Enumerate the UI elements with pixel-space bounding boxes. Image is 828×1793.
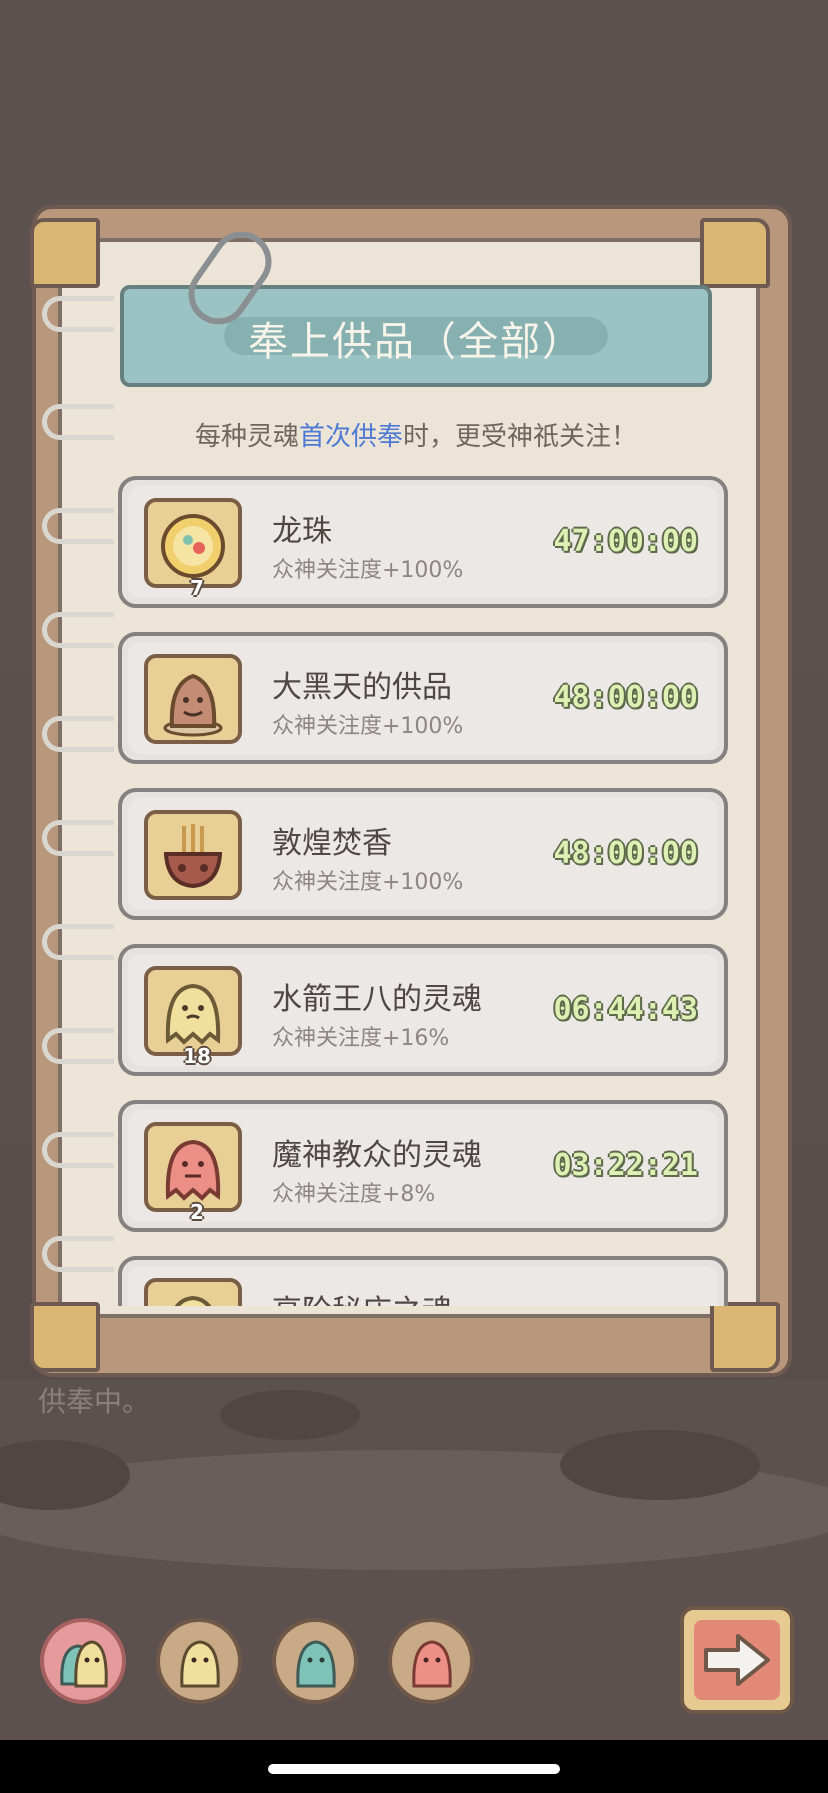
item-icon-frame: 18 (144, 966, 242, 1068)
home-indicator[interactable] (268, 1764, 560, 1774)
corner-bracket (30, 1302, 100, 1372)
item-timer: 48:00:00 (553, 680, 699, 715)
item-name: 龙珠 (272, 514, 332, 549)
offering-item-red-soul[interactable]: 2 魔神教众的灵魂 众神关注度+8% 03:22:21 (118, 1100, 728, 1232)
item-icon-frame: 7 (144, 498, 242, 600)
item-timer: 48:00:00 (553, 836, 699, 871)
corner-bracket (710, 1302, 780, 1372)
binder-ring (42, 924, 114, 960)
offering-item-dragon-orb[interactable]: 7 龙珠 众神关注度+100% 47:00:00 (118, 476, 728, 608)
incense-burner-icon (163, 824, 223, 889)
corner-bracket (700, 218, 770, 288)
mahakala-offering-icon (163, 673, 223, 737)
red-ghost-icon (165, 1139, 221, 1201)
binder-ring (42, 508, 114, 544)
offering-status: 供奉中。 (38, 1385, 151, 1418)
yellow-ghost-icon (165, 983, 221, 1045)
teal-ghost-icon (296, 1640, 336, 1688)
item-count: 2 (190, 1200, 204, 1224)
item-name: 大黑天的供品 (272, 670, 452, 705)
binder-ring (42, 612, 114, 648)
item-effect: 众神关注度+100% (272, 870, 464, 895)
item-count: 18 (183, 1044, 211, 1068)
offering-item-mahakala[interactable]: 大黑天的供品 众神关注度+100% 48:00:00 (118, 632, 728, 764)
item-icon-frame (144, 654, 242, 744)
bush (220, 1390, 360, 1440)
binder-ring (42, 1236, 114, 1272)
item-effect: 众神关注度+8% (272, 1182, 436, 1207)
item-name: 水箭王八的灵魂 (272, 982, 482, 1017)
soul-filter-red-button[interactable] (388, 1618, 474, 1704)
next-button[interactable] (680, 1606, 794, 1714)
binder-ring (42, 1028, 114, 1064)
binder-ring (42, 820, 114, 856)
binder-ring (42, 716, 114, 752)
binder-ring (42, 404, 114, 440)
item-timer: 06:44:43 (553, 992, 699, 1027)
arrow-right-icon (704, 1634, 770, 1686)
soul-filter-yellow-button[interactable] (156, 1618, 242, 1704)
hint-highlight: 首次供奉 (298, 422, 403, 452)
item-name: 魔神教众的灵魂 (272, 1138, 482, 1173)
next-button-face (694, 1620, 780, 1700)
offering-item-dunhuang-incense[interactable]: 敦煌焚香 众神关注度+100% 48:00:00 (118, 788, 728, 920)
hint-text: 每种灵魂 (194, 422, 299, 452)
item-icon-frame: 2 (144, 1122, 242, 1224)
item-timer: 03:22:21 (553, 1148, 699, 1183)
corner-bracket (30, 218, 100, 288)
item-effect: 众神关注度+16% (272, 1026, 450, 1051)
offering-item-yellow-soul[interactable]: 18 水箭王八的灵魂 众神关注度+16% 06:44:43 (118, 944, 728, 1076)
soul-filter-teal-button[interactable] (272, 1618, 358, 1704)
item-timer: 47:00:00 (553, 524, 699, 559)
red-ghost-icon (412, 1640, 452, 1688)
item-name: 敦煌焚香 (272, 826, 392, 861)
item-icon-frame (144, 1278, 242, 1306)
offering-hint: 每种灵魂首次供奉时，更受神祇关注！ (120, 416, 712, 453)
item-effect: 众神关注度+100% (272, 714, 464, 739)
hint-text: 时，更受神祇关注！ (403, 422, 638, 452)
dragon-orb-icon (161, 514, 225, 578)
yellow-ghost-icon (180, 1640, 220, 1688)
item-effect: 众神关注度+100% (272, 558, 464, 583)
soul-filter-all-button[interactable] (40, 1618, 126, 1704)
item-count: 7 (190, 576, 204, 600)
offering-list[interactable]: 7 龙珠 众神关注度+100% 47:00:00 大黑天的供品 众神关注度+10… (118, 476, 728, 1306)
item-name: 高阶秘庄之魂 (272, 1286, 452, 1306)
bush (560, 1430, 760, 1500)
binder-ring (42, 1132, 114, 1168)
binder-ring (42, 296, 114, 332)
ghost-icon (174, 1295, 212, 1306)
item-icon-frame (144, 810, 242, 900)
offering-item-partial[interactable]: 高阶秘庄之魂 (118, 1256, 728, 1306)
ghost-pair-icon (60, 1640, 108, 1688)
